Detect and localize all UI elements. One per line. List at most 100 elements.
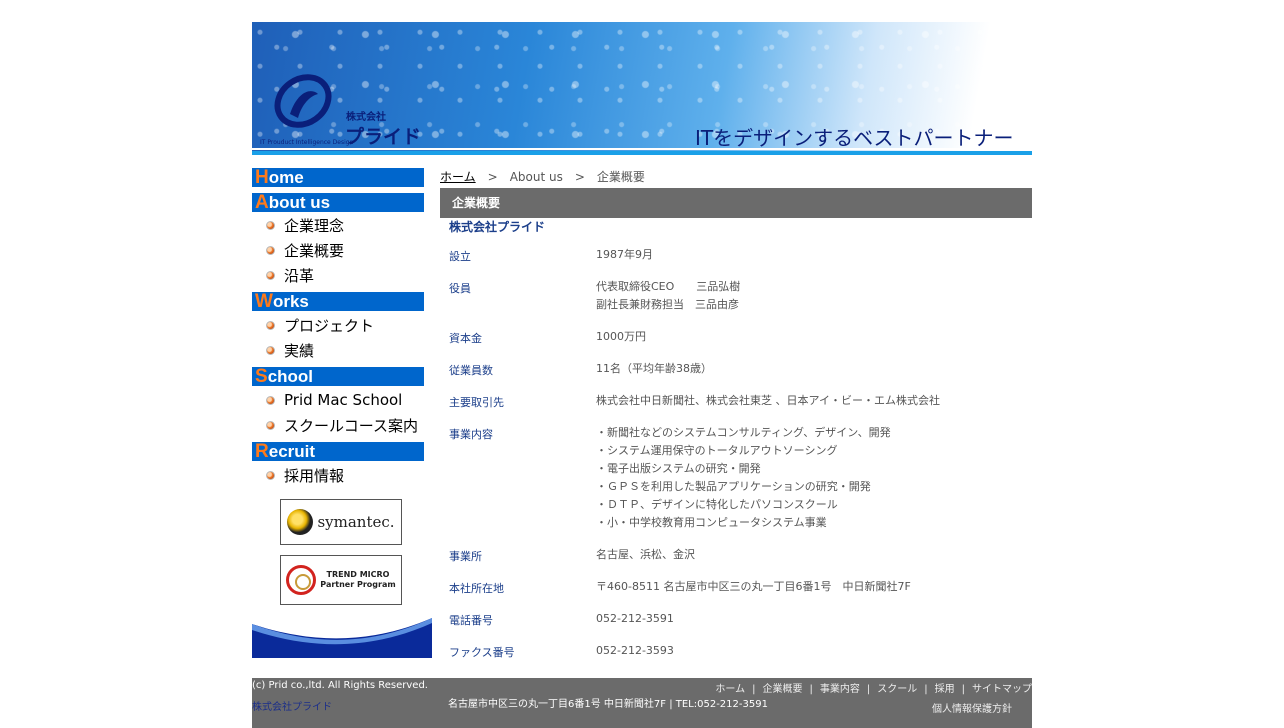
nav-home-label: ome (268, 168, 304, 187)
nav-section-home[interactable]: Home (252, 168, 424, 187)
sidebar-item-label: 実績 (284, 341, 315, 360)
info-value-line: ・小・中学校教育用コンピュータシステム事業 (596, 516, 827, 529)
info-key: 資本金 (449, 332, 482, 345)
orange-bullet-icon (266, 395, 275, 405)
orange-bullet-icon (266, 345, 275, 355)
sidebar-item-project[interactable]: プロジェクト (266, 314, 374, 336)
info-value-line: 代表取締役CEO 三品弘樹 (596, 280, 741, 293)
footer-link-sitemap[interactable]: サイトマップ (972, 684, 1032, 695)
info-key: 事業所 (449, 550, 482, 563)
info-value: 代表取締役CEO 三品弘樹 副社長兼財務担当 三品由彦 (596, 278, 1032, 314)
orange-bullet-icon (266, 470, 275, 480)
info-value-line: 〒460-8511 名古屋市中区三の丸一丁目6番1号 中日新聞社7F (596, 580, 911, 593)
sidebar-item-recruit-info[interactable]: 採用情報 (266, 464, 344, 486)
breadcrumb-about: About us (509, 170, 563, 184)
sidebar-item-label: スクールコース案内 (284, 416, 418, 435)
symantec-badge[interactable]: symantec. (280, 499, 402, 545)
footer-link-privacy[interactable]: 個人情報保護方針 (932, 700, 1012, 715)
info-value-line: ・電子出版システムの研究・開発 (596, 462, 761, 475)
info-value-line: 株式会社中日新聞社、株式会社東芝 、日本アイ・ビー・エム株式会社 (596, 394, 940, 407)
info-value-line: ・新聞社などのシステムコンサルティング、デザイン、開発 (596, 426, 891, 439)
sidebar-item-school-courses[interactable]: スクールコース案内 (266, 414, 418, 436)
page-wrapper: 株式会社 プライド IT Prouduct Intelligence Desig… (252, 22, 1032, 728)
info-value-line: 052-212-3591 (596, 612, 674, 625)
nav-section-recruit[interactable]: Recruit (252, 442, 424, 461)
footer: (c) Prid co.,ltd. All Rights Reserved. 株… (252, 678, 1032, 728)
sidebar-item-results[interactable]: 実績 (266, 339, 314, 361)
symantec-text: symantec. (317, 513, 395, 531)
orange-bullet-icon (266, 320, 275, 330)
sidebar-item-label: プロジェクト (284, 316, 375, 335)
breadcrumb: ホーム > About us > 企業概要 (440, 168, 645, 185)
nav-works-cap: W (255, 291, 273, 312)
sidebar-item-label: Prid Mac School (284, 391, 403, 409)
nav-about-cap: A (255, 192, 269, 213)
info-value: 〒460-8511 名古屋市中区三の丸一丁目6番1号 中日新聞社7F (596, 578, 1032, 596)
breadcrumb-home-link[interactable]: ホーム (440, 170, 476, 184)
header-stripe-white (252, 148, 1032, 150)
trend-micro-badge[interactable]: TREND MICRO Partner Program (280, 555, 402, 605)
info-value-line: 11名（平均年齢38歳） (596, 362, 712, 375)
trend-micro-line1: TREND MICRO (326, 570, 390, 579)
info-value-line: 052-212-3593 (596, 644, 674, 657)
orange-bullet-icon (266, 270, 275, 280)
nav-school-label: chool (267, 367, 314, 386)
info-value: 052-212-3591 (596, 610, 1032, 628)
footer-link-school[interactable]: スクール (877, 684, 917, 695)
info-value-line: ・システム運用保守のトータルアウトソーシング (596, 444, 838, 457)
sidebar-item-overview[interactable]: 企業概要 (266, 239, 344, 261)
nav-section-works[interactable]: Works (252, 292, 424, 311)
footer-separator: | (961, 684, 965, 695)
nav-works-label: orks (272, 292, 309, 311)
trend-micro-logo-icon (286, 565, 317, 595)
footer-copyright: (c) Prid co.,ltd. All Rights Reserved. (252, 680, 428, 691)
sidebar-item-mac-school[interactable]: Prid Mac School (266, 389, 402, 411)
header-stripe-blue (252, 151, 1032, 155)
footer-separator: | (924, 684, 928, 695)
info-key: ファクス番号 (449, 646, 515, 659)
pride-logo-icon[interactable] (272, 70, 334, 132)
info-value: 052-212-3593 (596, 642, 1032, 660)
nav-section-about[interactable]: About us (252, 193, 424, 212)
info-value: 株式会社中日新聞社、株式会社東芝 、日本アイ・ビー・エム株式会社 (596, 392, 1032, 410)
orange-bullet-icon (266, 245, 275, 255)
info-value-line: 1000万円 (596, 330, 646, 343)
info-value-line: ・ＤＴＰ、デザインに特化したパソコンスクール (596, 498, 838, 511)
info-key: 従業員数 (449, 364, 493, 377)
page-title: 企業概要 (440, 188, 1032, 218)
footer-link-overview[interactable]: 企業概要 (763, 684, 803, 695)
nav-about-label: bout us (268, 193, 331, 212)
info-value: 1987年9月 (596, 246, 1032, 264)
info-value: ・新聞社などのシステムコンサルティング、デザイン、開発 ・システム運用保守のトー… (596, 424, 1032, 532)
logo-tagline-small: IT Prouduct Intelligence Design (260, 139, 354, 146)
trend-micro-line2: Partner Program (320, 580, 396, 589)
footer-link-recruit[interactable]: 採用 (935, 684, 955, 695)
info-value: 1000万円 (596, 328, 1032, 346)
footer-link-home[interactable]: ホーム (715, 684, 745, 695)
footer-link-business[interactable]: 事業内容 (820, 684, 860, 695)
footer-separator: | (752, 684, 756, 695)
sidebar-item-philosophy[interactable]: 企業理念 (266, 214, 344, 236)
footer-address: 名古屋市中区三の丸一丁目6番1号 中日新聞社7F | TEL:052-212-3… (448, 699, 768, 710)
header-tagline: ITをデザインするベストパートナー (695, 126, 1014, 150)
logo-kabushiki: 株式会社 (346, 112, 386, 123)
info-key: 本社所在地 (449, 582, 504, 595)
wave-decoration (252, 614, 432, 658)
trend-micro-text: TREND MICRO Partner Program (320, 570, 395, 590)
footer-links: ホーム | 企業概要 | 事業内容 | スクール | 採用 | サイトマップ (715, 680, 1032, 695)
logo-company-name: プライド (345, 126, 422, 148)
sidebar-item-label: 採用情報 (284, 466, 345, 485)
breadcrumb-current: 企業概要 (596, 170, 645, 184)
nav-recruit-label: ecruit (268, 442, 316, 461)
symantec-logo-icon (287, 509, 314, 535)
sidebar-item-history[interactable]: 沿革 (266, 264, 314, 286)
info-value-line: 1987年9月 (596, 248, 653, 261)
wave-graphic (252, 614, 432, 658)
nav-school-cap: S (255, 366, 268, 387)
footer-separator: | (809, 684, 813, 695)
nav-recruit-cap: R (255, 441, 269, 462)
info-value: 11名（平均年齢38歳） (596, 360, 1032, 378)
orange-bullet-icon (266, 420, 275, 430)
info-value-line: 副社長兼財務担当 三品由彦 (596, 298, 739, 311)
nav-section-school[interactable]: School (252, 367, 424, 386)
